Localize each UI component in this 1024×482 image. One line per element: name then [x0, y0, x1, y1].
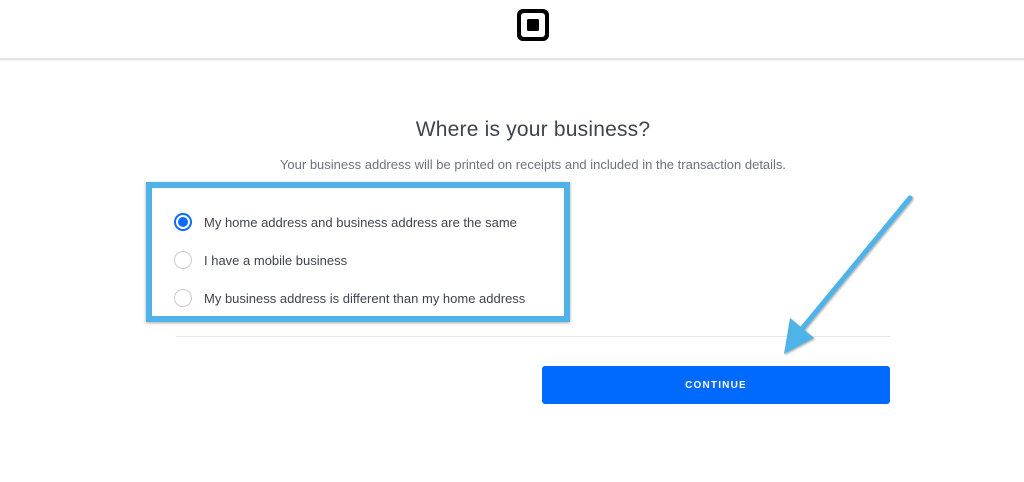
radio-option-same-address[interactable]: My home address and business address are…: [174, 210, 517, 234]
radio-option-label: My business address is different than my…: [204, 290, 526, 306]
radio-button[interactable]: [174, 251, 192, 269]
radio-option-label: I have a mobile business: [204, 252, 348, 268]
continue-button[interactable]: CONTINUE: [542, 366, 890, 404]
radio-button[interactable]: [174, 289, 192, 307]
page-title: Where is your business?: [415, 118, 651, 141]
page-subtitle: Your business address will be printed on…: [279, 157, 787, 172]
square-logo-icon[interactable]: [517, 9, 549, 41]
annotation-arrow-icon: [784, 195, 913, 354]
radio-option-different-address[interactable]: My business address is different than my…: [174, 286, 525, 310]
page: Where is your business? Your business ad…: [0, 0, 1024, 482]
top-bar: [0, 0, 1024, 60]
radio-option-mobile-business[interactable]: I have a mobile business: [174, 248, 347, 272]
radio-button-selected[interactable]: [174, 213, 192, 231]
radio-option-label: My home address and business address are…: [204, 214, 517, 230]
